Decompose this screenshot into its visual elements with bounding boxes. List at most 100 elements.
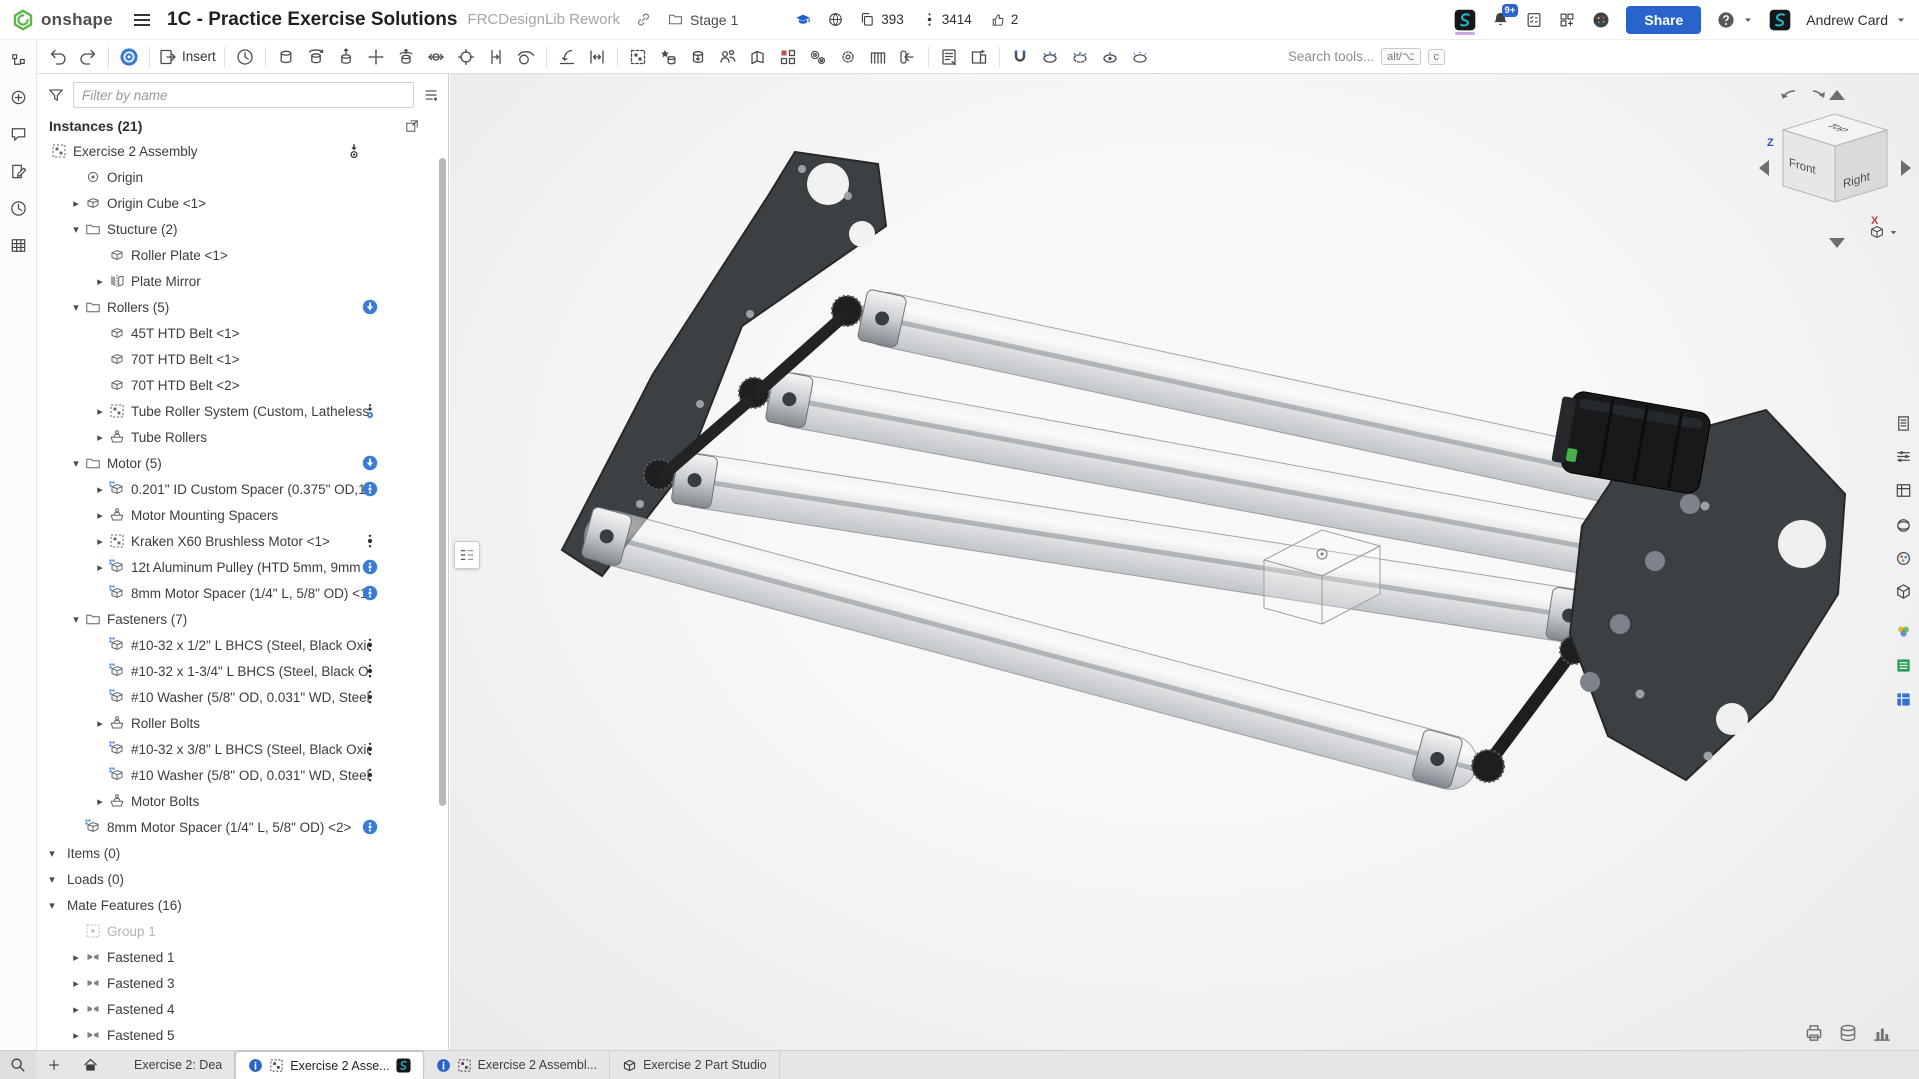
chevron-right-icon[interactable]: ▸ (91, 717, 109, 730)
tree-row[interactable]: #10 Washer (5/8" OD, 0.031" WD, Steel, .… (37, 684, 448, 710)
version-dots-blue-icon[interactable] (362, 403, 378, 419)
user-caret-icon[interactable] (1895, 14, 1907, 26)
tree-row[interactable]: 8mm Motor Spacer (1/4" L, 5/8" OD) <1> (37, 580, 448, 606)
element-tab[interactable]: Exercise 2: Dea (122, 1051, 235, 1079)
group-button[interactable] (623, 43, 653, 71)
tree-row[interactable]: ▸Fastened 4 (37, 996, 448, 1022)
home-tab-button[interactable] (75, 1051, 105, 1079)
cylindrical-mate-button[interactable] (391, 43, 421, 71)
bom-panel-icon[interactable] (1891, 653, 1915, 677)
org-logo-icon[interactable] (1454, 9, 1476, 31)
main-menu-icon[interactable] (133, 13, 151, 27)
tree-row[interactable]: ▾Mate Features (16) (37, 892, 448, 918)
reference-button[interactable] (893, 43, 923, 71)
configuration-panel-icon[interactable] (1891, 444, 1915, 468)
likes-icon[interactable] (990, 12, 1006, 28)
workspace-name[interactable]: Stage 1 (690, 12, 738, 28)
filter-funnel-icon[interactable] (47, 86, 65, 104)
chevron-right-icon[interactable]: ▸ (67, 1029, 85, 1042)
chevron-down-icon[interactable]: ▾ (67, 301, 85, 314)
custom-tables-panel-icon[interactable] (1891, 478, 1915, 502)
tasks-icon[interactable] (1525, 11, 1543, 29)
tree-options-icon[interactable] (422, 86, 440, 104)
tree-row[interactable]: ▸Tube Rollers (37, 424, 448, 450)
linked-update-icon[interactable] (362, 559, 378, 575)
view-left-arrow[interactable] (1759, 160, 1769, 176)
detach-panel-icon[interactable] (404, 118, 420, 134)
view-down-arrow[interactable] (1829, 238, 1845, 248)
manage-instances-button[interactable] (713, 43, 743, 71)
tree-row[interactable]: ▾Rollers (5) (37, 294, 448, 320)
version-dots-icon[interactable] (362, 533, 378, 549)
chevron-down-icon[interactable]: ▾ (67, 457, 85, 470)
chevron-right-icon[interactable]: ▸ (91, 483, 109, 496)
fixed-icon[interactable] (346, 143, 362, 159)
tree-row[interactable]: Exercise 2 Assembly (37, 138, 448, 164)
chevron-right-icon[interactable]: ▸ (91, 535, 109, 548)
tree-row[interactable]: 70T HTD Belt <1> (37, 346, 448, 372)
sheet-metal-button[interactable] (743, 43, 773, 71)
chevron-down-icon[interactable]: ▾ (67, 223, 85, 236)
share-link-icon[interactable] (635, 11, 652, 28)
chevron-down-icon[interactable]: ▾ (43, 899, 61, 912)
fastened-mate-button[interactable] (271, 43, 301, 71)
tree-row[interactable]: ▸Roller Bolts (37, 710, 448, 736)
user-avatar[interactable] (1769, 9, 1791, 31)
share-button[interactable]: Share (1626, 6, 1701, 34)
version-dots-icon[interactable] (362, 741, 378, 757)
layout-panel-icon[interactable] (1891, 687, 1915, 711)
version-dots-icon[interactable] (362, 637, 378, 653)
parallel-mate-button[interactable] (481, 43, 511, 71)
ball-mate-button[interactable] (451, 43, 481, 71)
tree-row[interactable]: #10 Washer (5/8" OD, 0.031" WD, Steel, .… (37, 762, 448, 788)
planar-mate-button[interactable] (361, 43, 391, 71)
rotate-ccw-icon[interactable] (1781, 91, 1795, 99)
named-views-panel-icon[interactable] (1891, 579, 1915, 603)
element-tab[interactable]: Exercise 2 Assembl... (424, 1051, 611, 1079)
tree-row[interactable]: ▾Items (0) (37, 840, 448, 866)
named-positions-button[interactable] (230, 43, 260, 71)
tree-row[interactable]: ▸Origin Cube <1> (37, 190, 448, 216)
user-name[interactable]: Andrew Card (1806, 12, 1888, 28)
tree-row[interactable]: Origin (37, 164, 448, 190)
learning-center-icon[interactable] (794, 11, 812, 29)
tree-row[interactable]: ▸12t Aluminum Pulley (HTD 5mm, 9mm ... (37, 554, 448, 580)
help-icon[interactable] (1716, 10, 1736, 30)
tree-row[interactable]: ▸Fastened 3 (37, 970, 448, 996)
mate-limits-button[interactable] (582, 43, 612, 71)
material-panel-icon[interactable] (1891, 513, 1915, 537)
gear-button[interactable] (833, 43, 863, 71)
search-tools[interactable]: Search tools... alt/⌥ c (1288, 48, 1445, 65)
theme-palette-icon[interactable] (1591, 10, 1611, 30)
tree-row[interactable]: Group 1 (37, 918, 448, 944)
element-tab[interactable]: Exercise 2 Asse... (235, 1051, 423, 1079)
chevron-right-icon[interactable]: ▸ (91, 509, 109, 522)
tangent-mate-button[interactable] (511, 43, 541, 71)
viewport[interactable]: Top Front Right Z X (450, 74, 1919, 1050)
insert-button[interactable]: Insert (155, 43, 219, 71)
history-icon[interactable] (6, 196, 30, 220)
tree-row[interactable]: ▸Motor Mounting Spacers (37, 502, 448, 528)
section-view-button[interactable] (1125, 43, 1155, 71)
3d-assembly-model[interactable] (450, 74, 1919, 1050)
mate-button[interactable] (114, 43, 144, 71)
update-available-icon[interactable] (362, 455, 378, 471)
drawing-button[interactable] (964, 43, 994, 71)
chevron-right-icon[interactable]: ▸ (67, 951, 85, 964)
insert-feature-button[interactable] (653, 43, 683, 71)
update-available-icon[interactable] (362, 299, 378, 315)
configurations-button[interactable] (863, 43, 893, 71)
chevron-right-icon[interactable]: ▸ (67, 1003, 85, 1016)
explode-button[interactable] (803, 43, 833, 71)
tree-row[interactable]: ▸Tube Roller System (Custom, Latheless).… (37, 398, 448, 424)
bom-table-icon[interactable] (6, 233, 30, 257)
tree-row[interactable]: #10-32 x 1-3/4" L BHCS (Steel, Black Ox.… (37, 658, 448, 684)
filter-input[interactable] (73, 82, 414, 108)
revolute-mate-button[interactable] (301, 43, 331, 71)
chevron-down-icon[interactable]: ▾ (43, 847, 61, 860)
panel-scrollbar[interactable] (439, 158, 446, 806)
scene-info-icon[interactable] (1837, 1022, 1859, 1044)
tree-row[interactable]: ▸Kraken X60 Brushless Motor <1> (37, 528, 448, 554)
structure-panel-icon[interactable] (6, 48, 30, 72)
pattern-button[interactable] (773, 43, 803, 71)
